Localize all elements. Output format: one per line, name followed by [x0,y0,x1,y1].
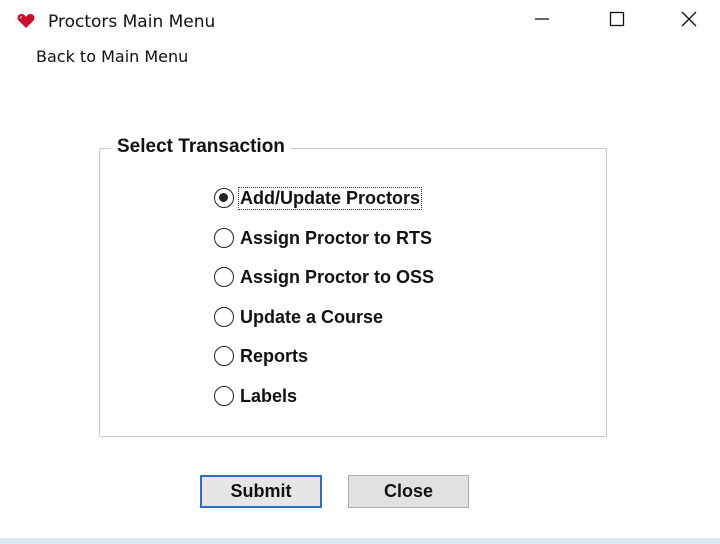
radio-labels[interactable]: Labels [214,383,298,409]
radio-label: Add/Update Proctors [237,186,423,210]
maximize-button[interactable] [594,0,640,42]
radio-label: Assign Proctor to RTS [240,227,433,248]
title-bar[interactable]: Proctors Main Menu [0,0,720,42]
radio-button[interactable] [214,386,234,406]
radio-add-update-proctors[interactable]: Add/Update Proctors [214,185,423,211]
radio-button[interactable] [214,228,234,248]
radio-label: Update a Course [240,306,384,327]
close-button[interactable]: Close [348,475,469,508]
window-bottom-edge [0,538,720,544]
minimize-icon [534,11,550,32]
close-window-button[interactable] [666,0,712,42]
radio-label: Assign Proctor to OSS [240,266,435,287]
radio-assign-proctor-rts[interactable]: Assign Proctor to RTS [214,225,433,251]
menu-item-back-to-main-menu[interactable]: Back to Main Menu [36,47,188,66]
heart-icon [17,13,35,29]
radio-update-course[interactable]: Update a Course [214,304,384,330]
radio-assign-proctor-oss[interactable]: Assign Proctor to OSS [214,264,435,290]
window-title: Proctors Main Menu [48,12,216,32]
radio-reports[interactable]: Reports [214,343,309,369]
radio-button[interactable] [214,267,234,287]
radio-label: Reports [240,345,309,366]
radio-button[interactable] [214,307,234,327]
radio-button[interactable] [214,188,234,208]
maximize-icon [609,11,625,32]
proctors-main-menu-window: Proctors Main Menu Back to Main Menu Sel… [0,0,720,544]
minimize-button[interactable] [519,0,565,42]
group-legend: Select Transaction [111,136,291,158]
radio-label: Labels [240,385,298,406]
menu-bar: Back to Main Menu [0,42,720,70]
submit-button[interactable]: Submit [200,475,322,508]
close-icon [681,11,697,32]
radio-button[interactable] [214,346,234,366]
